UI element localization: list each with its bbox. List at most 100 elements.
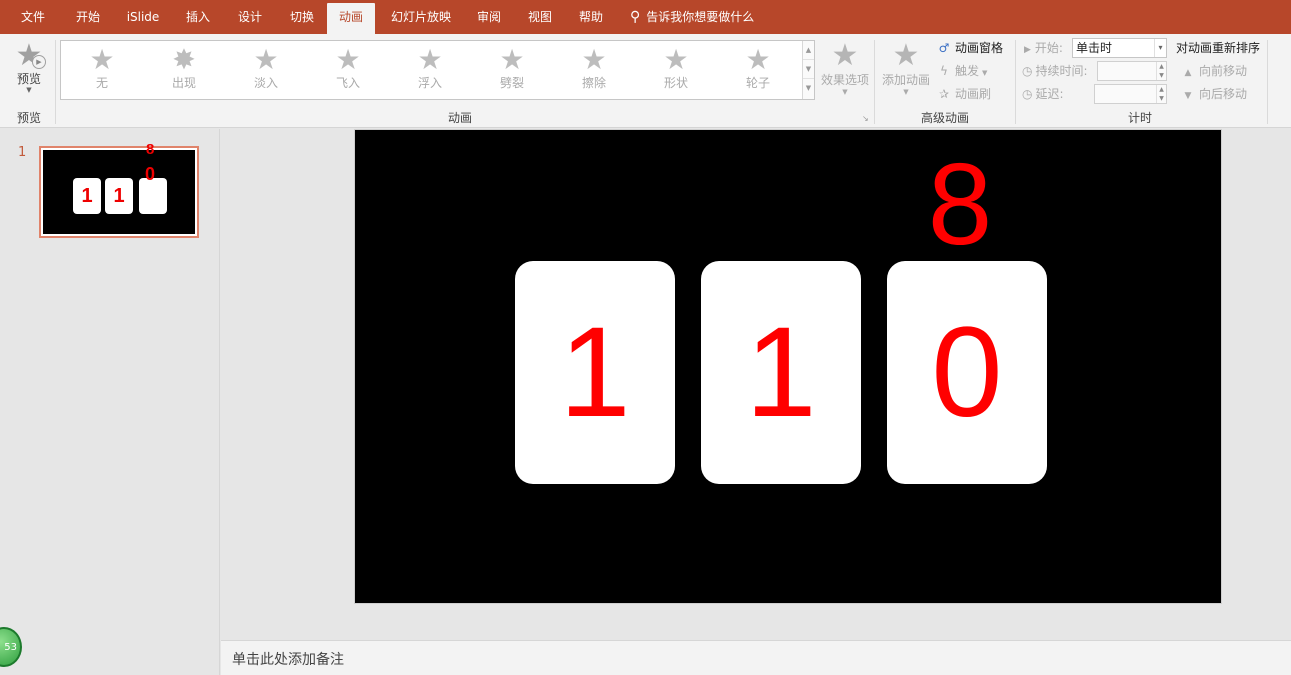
chevron-down-icon: ▼: [982, 69, 988, 77]
thumb-overlay-digit: 8: [146, 141, 155, 158]
duration-label: 持续时间:: [1035, 64, 1088, 78]
anim-wheel[interactable]: ★ 轮子: [724, 45, 792, 97]
move-later-button[interactable]: ▼ 向后移动: [1180, 84, 1247, 104]
delay-label: 延迟:: [1035, 87, 1064, 101]
star-icon: ★: [89, 43, 115, 76]
group-label-advanced: 高级动画: [920, 111, 969, 125]
slide-thumbnail-pane: 1 1 1 8 0 53: [0, 129, 220, 675]
chevron-down-icon: ▼: [26, 86, 32, 94]
anim-none[interactable]: ★ 无: [68, 45, 136, 97]
tab-insert[interactable]: 插入: [174, 0, 222, 34]
thumb-card: 1: [73, 178, 101, 214]
move-earlier-label: 向前移动: [1199, 64, 1248, 78]
animation-gallery[interactable]: ★ 无 ✸ 出现 ★ 淡入 ★ 飞入 ★ 浮入 ★ 劈裂 ★ 擦除 ★ 形状 ★…: [60, 40, 815, 100]
start-value: 单击时: [1076, 41, 1113, 55]
effect-options-button[interactable]: ★ 效果选项 ▼: [818, 40, 872, 106]
thumbnail-canvas: 1 1 8 0: [43, 142, 195, 234]
star-plus-icon: ★: [892, 38, 920, 73]
play-icon: ▶: [32, 55, 46, 69]
start-label: 开始:: [1034, 41, 1063, 55]
star-icon: ★: [499, 43, 525, 76]
tab-slideshow[interactable]: 幻灯片放映: [382, 0, 460, 34]
animation-pane-button[interactable]: ♂ 动画窗格: [936, 38, 1003, 58]
tab-review[interactable]: 审阅: [466, 0, 512, 34]
start-label-wrap: ▶ 开始:: [1024, 38, 1063, 58]
tab-help[interactable]: 帮助: [566, 0, 616, 34]
digit-card[interactable]: 1: [515, 261, 675, 484]
anim-fade[interactable]: ★ 淡入: [232, 45, 300, 97]
slide-editor: 1 1 0 8: [221, 129, 1291, 640]
gallery-more-icon[interactable]: ▼: [803, 79, 814, 98]
painter-star-icon: ✰: [938, 87, 950, 101]
anim-appear[interactable]: ✸ 出现: [150, 45, 218, 97]
anim-float-in[interactable]: ★ 浮入: [396, 45, 464, 97]
spinner-icon[interactable]: ▲ ▼: [1156, 85, 1166, 103]
anim-label: 淡入: [253, 76, 278, 90]
dialog-launcher-icon[interactable]: ↘: [862, 114, 869, 123]
overlay-digit[interactable]: 8: [925, 144, 995, 264]
lightning-icon: ϟ: [940, 64, 948, 78]
tab-islide[interactable]: iSlide: [118, 0, 168, 34]
group-label-animation: 动画: [447, 111, 472, 125]
clock-icon: ◷: [1022, 87, 1033, 101]
notes-pane[interactable]: 单击此处添加备注: [221, 640, 1291, 675]
start-select[interactable]: 单击时 ▾: [1072, 38, 1167, 58]
tab-animations[interactable]: 动画: [327, 3, 375, 34]
tab-design[interactable]: 设计: [226, 0, 274, 34]
preview-button[interactable]: ★ ▶ 预览 ▼: [8, 40, 50, 104]
star-icon: ★: [335, 43, 361, 76]
spinner-icon[interactable]: ▲ ▼: [1156, 62, 1166, 80]
anim-split[interactable]: ★ 劈裂: [478, 45, 546, 97]
add-animation-button[interactable]: ★ 添加动画 ▼: [880, 40, 932, 106]
search-icon: ⚲: [630, 9, 641, 25]
effect-options-label: 效果选项: [820, 73, 869, 87]
tab-view[interactable]: 视图: [516, 0, 564, 34]
move-later-label: 向后移动: [1199, 87, 1248, 101]
anim-wipe[interactable]: ★ 擦除: [560, 45, 628, 97]
digit-card[interactable]: 0: [887, 261, 1047, 484]
menu-bar: 文件 开始 iSlide 插入 设计 切换 动画 幻灯片放映 审阅 视图 帮助 …: [0, 0, 1291, 34]
duration-input[interactable]: ▲ ▼: [1097, 61, 1167, 81]
group-label-preview: 预览: [16, 111, 41, 125]
anim-label: 形状: [663, 76, 688, 90]
animation-painter-button[interactable]: ✰ 动画刷: [936, 84, 991, 104]
clock-icon: ◷: [1022, 64, 1033, 78]
star-icon: ★: [581, 43, 607, 76]
scroll-down-icon[interactable]: ▼: [803, 60, 814, 79]
digit-card[interactable]: 1: [701, 261, 861, 484]
move-earlier-button[interactable]: ▲ 向前移动: [1180, 61, 1247, 81]
tab-home[interactable]: 开始: [64, 0, 112, 34]
tab-transitions[interactable]: 切换: [278, 0, 326, 34]
gallery-scrollbar[interactable]: ▲ ▼ ▼: [802, 41, 814, 99]
chevron-down-icon: ▼: [842, 88, 848, 96]
anim-label: 轮子: [745, 76, 770, 90]
anim-label: 浮入: [417, 76, 442, 90]
star-burst-icon: ✸: [172, 43, 196, 76]
anim-label: 出现: [171, 76, 196, 90]
triangle-down-icon: ▼: [1184, 91, 1192, 101]
star-icon: ★: [417, 43, 443, 76]
tell-me-label: 告诉我你想要做什么: [646, 10, 755, 24]
star-icon: ★: [663, 43, 689, 76]
star-icon: ★: [745, 43, 771, 76]
delay-label-wrap: ◷ 延迟:: [1022, 84, 1064, 104]
chevron-down-icon: ▼: [903, 88, 909, 96]
animation-pane-icon: ♂: [938, 41, 950, 55]
anim-fly-in[interactable]: ★ 飞入: [314, 45, 382, 97]
slide-thumbnail[interactable]: 1 1 8 0: [39, 142, 199, 238]
group-label-timing: 计时: [1127, 111, 1152, 125]
animation-pane-label: 动画窗格: [955, 41, 1004, 55]
scroll-up-icon[interactable]: ▲: [803, 41, 814, 60]
tab-file[interactable]: 文件: [10, 0, 56, 34]
delay-input[interactable]: ▲ ▼: [1094, 84, 1167, 104]
timer-badge[interactable]: 53: [0, 627, 22, 667]
play-icon: ▶: [1024, 45, 1031, 55]
anim-shape[interactable]: ★ 形状: [642, 45, 710, 97]
trigger-button[interactable]: ϟ 触发 ▼: [936, 61, 987, 81]
slide-canvas[interactable]: 1 1 0 8: [354, 129, 1222, 604]
star-icon: ★: [253, 43, 279, 76]
group-separator: [1267, 40, 1268, 124]
thumb-card: 1: [105, 178, 133, 214]
anim-label: 擦除: [581, 76, 606, 90]
tell-me-search[interactable]: ⚲ 告诉我你想要做什么: [630, 0, 754, 34]
